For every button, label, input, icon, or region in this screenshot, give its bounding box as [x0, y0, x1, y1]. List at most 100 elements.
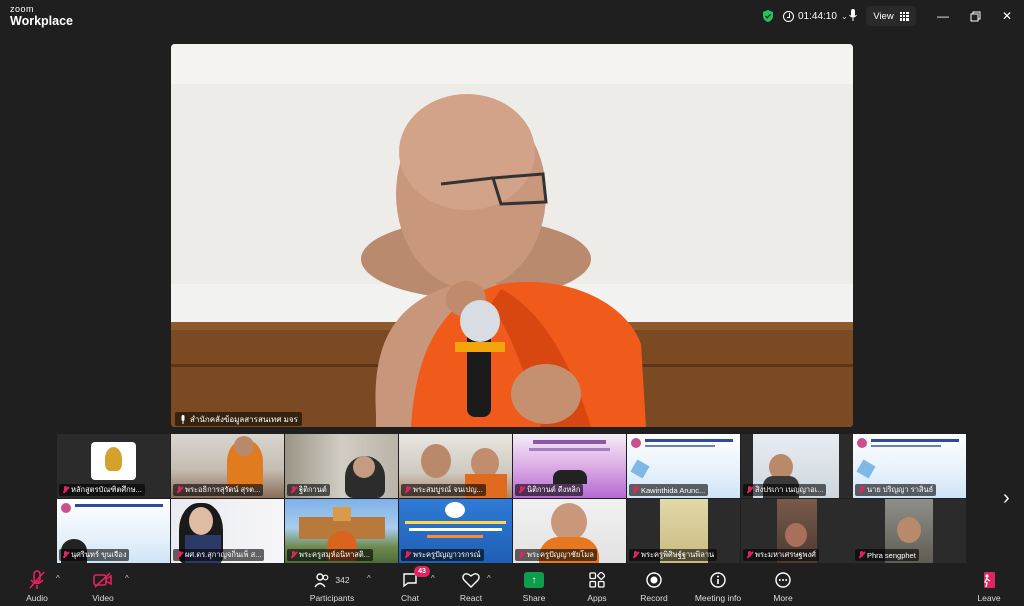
participant-name: นุศรินทร์ ขุนเจือง	[71, 550, 127, 559]
heart-icon	[462, 570, 480, 590]
meeting-info-label: Meeting info	[694, 593, 742, 603]
participant-tile[interactable]: Phra sengphet	[853, 499, 966, 563]
participant-name: พระอธิการสุรัตน์ สุรต...	[185, 485, 261, 494]
chevron-down-icon: ⌄	[840, 11, 848, 21]
audio-options-chevron-icon[interactable]: ^	[56, 574, 60, 583]
participant-tile[interactable]: พระอธิการสุรัตน์ สุรต...	[171, 434, 284, 498]
speaker-name-tag: สำนักคลังข้อมูลสารสนเทศ มจร	[175, 412, 302, 426]
share-label: Share	[522, 593, 546, 603]
security-shield-icon[interactable]	[761, 9, 775, 23]
title-bar: zoom Workplace 01:44:10 ⌄ View — ✕	[0, 0, 1024, 32]
react-label: React	[459, 593, 483, 603]
apps-icon	[589, 570, 605, 590]
participant-tile[interactable]: นิติกานต์ ดีงหลิก	[513, 434, 626, 498]
participant-tile[interactable]: พระครูปัญญาวรกรณ์	[399, 499, 512, 563]
record-label: Record	[640, 593, 668, 603]
react-button[interactable]: React	[441, 570, 501, 603]
participant-name: นาย ปริญญา ราสินธ์	[867, 485, 934, 494]
participants-icon: 342	[314, 570, 350, 590]
muted-mic-icon	[632, 551, 639, 559]
muted-mic-icon	[518, 551, 525, 559]
participant-name-tag: นิติกานต์ ดีงหลิก	[515, 484, 584, 496]
info-icon	[710, 570, 726, 590]
participant-tile[interactable]: ฐิติกานต์	[285, 434, 398, 498]
participant-name-tag: ฐิติกานต์	[287, 484, 330, 496]
chat-icon: 43	[402, 566, 430, 590]
restore-icon[interactable]	[965, 7, 985, 25]
muted-mic-icon	[746, 551, 753, 559]
apps-label: Apps	[587, 593, 607, 603]
chat-badge: 43	[414, 566, 430, 577]
leave-button[interactable]: Leave	[959, 570, 1019, 603]
participant-name: นิติกานต์ ดีงหลิก	[527, 485, 581, 494]
app-logo: zoom Workplace	[10, 5, 73, 28]
participant-name: พระครูปัญญาชัยโมล	[527, 550, 594, 559]
minimize-icon[interactable]: —	[933, 7, 953, 25]
speaker-mic-icon	[181, 414, 185, 424]
speaker-scene	[171, 44, 853, 427]
participant-tile[interactable]: พระมหาเศรษฐพงศ์	[741, 499, 854, 563]
share-button[interactable]: ↑ Share	[504, 570, 564, 603]
more-label: More	[773, 593, 793, 603]
muted-mic-icon	[404, 486, 411, 494]
participant-name: สิงปรเกา เนญญาอเ...	[755, 485, 824, 494]
participant-name-tag: นุศรินทร์ ขุนเจือง	[59, 549, 130, 561]
participant-name-tag: Phra sengphet	[855, 549, 919, 561]
more-icon	[775, 570, 791, 590]
participants-options-chevron-icon[interactable]: ^	[367, 574, 371, 583]
participant-tile[interactable]: พระครูสมุห์อนิหาสติ...	[285, 499, 398, 563]
share-icon-wrap: ↑	[524, 570, 544, 590]
participant-tile[interactable]: สิงปรเกา เนญญาอเ...	[741, 434, 854, 498]
participants-button[interactable]: 342 Participants	[302, 570, 362, 603]
participant-name: พระครูพิศิษฐ์ฐานพิลาน	[641, 550, 715, 559]
participant-tile[interactable]: Kawinthida Arunc...	[627, 434, 740, 498]
participant-name-tag: พระมหาเศรษฐพงศ์	[743, 549, 819, 561]
grid-view-icon	[899, 11, 909, 21]
meeting-timer[interactable]: 01:44:10 ⌄	[783, 8, 848, 24]
video-label: Video	[92, 593, 114, 603]
record-button[interactable]: Record	[624, 570, 684, 603]
share-screen-icon: ↑	[524, 572, 544, 588]
video-button[interactable]: Video	[73, 570, 133, 603]
chat-options-chevron-icon[interactable]: ^	[431, 574, 435, 583]
participant-name-tag: หลักสูตรบัณฑิตศึกษ...	[59, 484, 145, 496]
participant-tile[interactable]: ผศ.ดร.สุกาญจกิ่นเพ็ ส...	[171, 499, 284, 563]
more-button[interactable]: More	[753, 570, 813, 603]
view-button[interactable]: View	[866, 6, 916, 26]
close-icon[interactable]: ✕	[997, 7, 1017, 25]
timer-text: 01:44:10	[798, 10, 837, 22]
audio-label: Audio	[26, 593, 48, 603]
participant-tile[interactable]: หลักสูตรบัณฑิตศึกษ...	[57, 434, 170, 498]
participant-name-tag: พระครูปัญญาวรกรณ์	[401, 549, 484, 561]
participant-tile[interactable]: พระครูปัญญาชัยโมล	[513, 499, 626, 563]
participant-name-tag: ผศ.ดร.สุกาญจกิ่นเพ็ ส...	[173, 549, 265, 561]
video-options-chevron-icon[interactable]: ^	[125, 574, 129, 583]
participant-name: พระครูสมุห์อนิหาสติ...	[299, 550, 370, 559]
muted-mic-icon	[518, 486, 525, 494]
muted-mic-icon	[290, 551, 297, 559]
brand-top: zoom	[10, 4, 35, 14]
video-off-icon	[93, 570, 113, 590]
participant-gallery: หลักสูตรบัณฑิตศึกษ... พระอธิการสุรัตน์ ส…	[57, 434, 967, 563]
muted-mic-icon	[404, 551, 411, 559]
participants-label: Participants	[309, 593, 355, 603]
participant-name: Kawinthida Arunc...	[641, 485, 706, 495]
muted-mic-icon	[746, 486, 753, 494]
participant-name-tag: พระครูปัญญาชัยโมล	[515, 549, 597, 561]
participant-tile[interactable]: นุศรินทร์ ขุนเจือง	[57, 499, 170, 563]
participant-name: Phra sengphet	[867, 550, 916, 560]
record-icon	[646, 570, 662, 590]
next-page-chevron-icon[interactable]: ›	[1003, 487, 1010, 510]
participant-tile[interactable]: นาย ปริญญา ราสินธ์	[853, 434, 966, 498]
meeting-info-button[interactable]: Meeting info	[688, 570, 748, 603]
apps-button[interactable]: Apps	[567, 570, 627, 603]
react-options-chevron-icon[interactable]: ^	[487, 574, 491, 583]
participant-tile[interactable]: พระครูพิศิษฐ์ฐานพิลาน	[627, 499, 740, 563]
participant-name-tag: สิงปรเกา เนญญาอเ...	[743, 484, 827, 496]
participant-tile[interactable]: พระสมบูรณ์ จนเปญ...	[399, 434, 512, 498]
participant-name: พระครูปัญญาวรกรณ์	[413, 550, 481, 559]
mic-status-icon	[849, 9, 857, 21]
participant-name-tag: Kawinthida Arunc...	[629, 484, 709, 496]
participant-name: ผศ.ดร.สุกาญจกิ่นเพ็ ส...	[185, 550, 262, 559]
participant-name: พระสมบูรณ์ จนเปญ...	[413, 485, 483, 494]
